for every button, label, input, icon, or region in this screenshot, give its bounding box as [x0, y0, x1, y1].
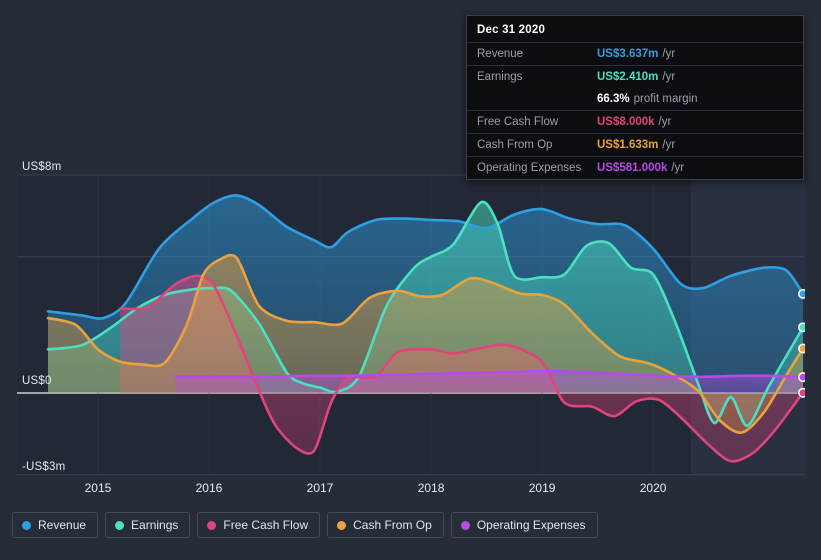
tooltip-row: Earnings US$2.410m/yr — [467, 65, 803, 88]
legend-item-revenue[interactable]: Revenue — [12, 512, 99, 538]
data-tooltip: Dec 31 2020 Revenue US$3.637m/yr Earnings U… — [466, 15, 804, 180]
legend-item-cash-from-op[interactable]: Cash From Op — [327, 512, 444, 538]
tooltip-row-unit: /yr — [662, 71, 676, 83]
legend-item-label: Operating Expenses — [476, 518, 586, 532]
series-end-marker — [798, 387, 805, 398]
legend-item-label: Earnings — [131, 518, 179, 532]
tooltip-row-value: US$8.000k — [597, 116, 655, 128]
series-end-marker — [798, 288, 805, 299]
tooltip-subrow: 66.3% profit margin — [467, 88, 803, 110]
x-axis-tick: 2017 — [306, 481, 334, 495]
x-axis-tick: 2015 — [84, 481, 112, 495]
tooltip-row-label: Free Cash Flow — [477, 116, 559, 128]
tooltip-row-label: Cash From Op — [477, 139, 553, 151]
y-axis-tick: US$0 — [22, 375, 52, 387]
legend-color-dot-icon — [337, 520, 347, 530]
tooltip-row-value: US$3.637m — [597, 48, 659, 60]
legend-item-label: Cash From Op — [353, 518, 432, 532]
y-axis-tick: -US$3m — [22, 460, 66, 473]
tooltip-row-label: Earnings — [477, 71, 523, 83]
legend-item-earnings[interactable]: Earnings — [105, 512, 191, 538]
x-axis-tick: 2016 — [195, 481, 223, 495]
tooltip-date: Dec 31 2020 — [477, 24, 546, 36]
tooltip-row-value: US$1.633m — [597, 139, 659, 151]
tooltip-row-unit: /yr — [671, 162, 685, 174]
tooltip-rows: Revenue US$3.637m/yr Earnings US$2.410m/yr 6… — [467, 42, 803, 179]
tooltip-row-unit: profit margin — [633, 93, 698, 105]
x-axis-tick: 2020 — [639, 481, 667, 495]
tooltip-row-value: 66.3% — [597, 93, 630, 105]
tooltip-row-label: Revenue — [477, 48, 524, 60]
tooltip-row-unit: /yr — [658, 116, 672, 128]
tooltip-row: Operating Expenses US$581.000k/yr — [467, 156, 803, 179]
tooltip-row-unit: /yr — [662, 139, 676, 151]
x-axis-tick: 2019 — [528, 481, 556, 495]
legend-color-dot-icon — [207, 520, 217, 530]
legend-color-dot-icon — [115, 520, 125, 530]
tooltip-row-unit: /yr — [662, 48, 676, 60]
financial-chart: US$8m US$0 -US$3m 2015 2016 2017 2018 2019 2020… — [0, 0, 821, 560]
x-axis-tick: 2018 — [417, 481, 445, 495]
legend-item-free-cash-flow[interactable]: Free Cash Flow — [197, 512, 321, 538]
legend-item-operating-expenses[interactable]: Operating Expenses — [450, 512, 598, 538]
chart-legend: Revenue Earnings Free Cash Flow Cash From O… — [12, 512, 598, 538]
legend-item-label: Free Cash Flow — [223, 518, 309, 532]
series-end-marker — [798, 343, 805, 354]
series-end-marker — [798, 322, 805, 333]
tooltip-row: Free Cash Flow US$8.000k/yr — [467, 110, 803, 133]
tooltip-row-label: Operating Expenses — [477, 162, 582, 174]
tooltip-row: Revenue US$3.637m/yr — [467, 42, 803, 65]
legend-color-dot-icon — [22, 520, 31, 530]
tooltip-row-value: US$2.410m — [597, 71, 659, 83]
tooltip-row: Cash From Op US$1.633m/yr — [467, 133, 803, 156]
series-end-marker — [798, 372, 805, 383]
tooltip-row-value: US$581.000k — [597, 162, 668, 174]
y-axis-tick: US$8m — [22, 161, 62, 173]
legend-color-dot-icon — [460, 520, 470, 530]
legend-item-label: Revenue — [38, 518, 87, 532]
